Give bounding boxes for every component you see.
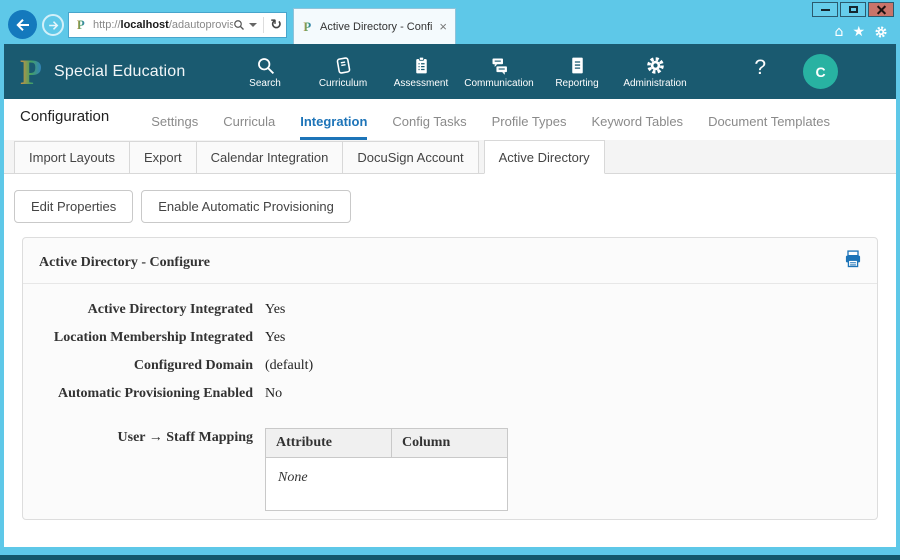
forward-arrow-icon	[47, 19, 60, 32]
tab-curricula[interactable]: Curricula	[223, 114, 275, 140]
home-icon[interactable]: ⌂	[835, 25, 844, 39]
printer-icon	[843, 249, 863, 269]
field-label: Configured Domain	[23, 358, 253, 374]
edit-properties-button[interactable]: Edit Properties	[14, 190, 133, 223]
close-icon	[876, 4, 887, 15]
tab-integration[interactable]: Integration	[300, 114, 367, 140]
maximize-button[interactable]	[840, 2, 866, 17]
integration-subtabs: Import Layouts Export Calendar Integrati…	[4, 140, 896, 174]
svg-text:P: P	[77, 18, 85, 32]
field-row: Configured Domain (default)	[23, 358, 877, 374]
main-tabs: Settings Curricula Integration Config Ta…	[151, 114, 830, 140]
search-icon	[255, 55, 276, 76]
report-document-icon	[567, 55, 588, 76]
subtab-export[interactable]: Export	[129, 141, 197, 174]
main-nav: Search Curriculum Assessment Communicati…	[226, 44, 694, 99]
browser-nav-bar: P http://localhost/adautoprovision.asp ↻…	[0, 8, 900, 44]
field-label: Automatic Provisioning Enabled	[23, 386, 253, 402]
maximize-icon	[849, 6, 858, 13]
field-row: Location Membership Integrated Yes	[23, 330, 877, 346]
tab-keyword-tables[interactable]: Keyword Tables	[592, 114, 684, 140]
nav-item-search[interactable]: Search	[226, 44, 304, 99]
configuration-header: Configuration Settings Curricula Integra…	[4, 99, 896, 140]
tab-title: Active Directory - Configure	[320, 21, 433, 33]
field-label: Location Membership Integrated	[23, 330, 253, 346]
nav-item-reporting[interactable]: Reporting	[538, 44, 616, 99]
svg-text:P: P	[20, 54, 42, 90]
browser-window: P http://localhost/adautoprovision.asp ↻…	[0, 0, 900, 560]
nav-item-assessment[interactable]: Assessment	[382, 44, 460, 99]
address-dropdown-caret[interactable]	[249, 23, 257, 27]
field-value: Yes	[265, 302, 285, 318]
book-icon	[333, 55, 354, 76]
panel-title: Active Directory - Configure	[39, 255, 210, 270]
svg-text:P: P	[303, 20, 311, 34]
refresh-icon[interactable]: ↻	[270, 18, 282, 32]
field-row: Active Directory Integrated Yes	[23, 302, 877, 318]
browser-quick-icons: ⌂ ★	[835, 25, 888, 39]
mapping-column-attribute: Attribute	[266, 429, 392, 458]
app-logo: P	[20, 54, 44, 90]
tab-config-tasks[interactable]: Config Tasks	[392, 114, 466, 140]
action-buttons: Edit Properties Enable Automatic Provisi…	[14, 190, 896, 223]
panel-header: Active Directory - Configure	[23, 238, 877, 284]
app-title: Special Education	[54, 63, 186, 81]
field-value: Yes	[265, 330, 285, 346]
mapping-table: Attribute Column None	[265, 428, 508, 511]
tab-favicon: P	[302, 20, 314, 34]
browser-tab[interactable]: P Active Directory - Configure ×	[293, 8, 456, 44]
tab-settings[interactable]: Settings	[151, 114, 198, 140]
tab-profile-types[interactable]: Profile Types	[492, 114, 567, 140]
avatar[interactable]: C	[803, 54, 838, 89]
table-row: None	[266, 458, 508, 511]
subtab-active-directory[interactable]: Active Directory	[484, 140, 605, 174]
powerschool-favicon: P	[75, 18, 88, 32]
enable-automatic-provisioning-button[interactable]: Enable Automatic Provisioning	[141, 190, 351, 223]
tab-document-templates[interactable]: Document Templates	[708, 114, 830, 140]
print-button[interactable]	[843, 249, 863, 274]
field-value: No	[265, 386, 282, 402]
back-button[interactable]	[8, 10, 37, 39]
app-header: P Special Education Search Curriculum As…	[4, 44, 896, 99]
nav-item-curriculum[interactable]: Curriculum	[304, 44, 382, 99]
mapping-label: User → Staff Mapping	[23, 428, 253, 511]
minimize-icon	[821, 9, 830, 11]
field-row: Automatic Provisioning Enabled No	[23, 386, 877, 402]
page-viewport: P Special Education Search Curriculum As…	[4, 44, 896, 547]
nav-item-administration[interactable]: Administration	[616, 44, 694, 99]
mapping-column-column: Column	[392, 429, 508, 458]
favorites-star-icon[interactable]: ★	[852, 25, 865, 39]
mapping-empty-cell: None	[266, 458, 508, 511]
clipboard-icon	[411, 55, 432, 76]
subtab-docusign-account[interactable]: DocuSign Account	[342, 141, 478, 174]
help-button[interactable]: ?	[754, 56, 766, 80]
bottom-bar	[0, 555, 900, 560]
tools-gear-icon[interactable]	[874, 25, 888, 39]
chat-bubbles-icon	[489, 55, 510, 76]
field-label: Active Directory Integrated	[23, 302, 253, 318]
address-separator	[263, 17, 264, 33]
active-directory-panel: Active Directory - Configure Active Dire…	[22, 237, 878, 520]
page-title: Configuration	[20, 108, 109, 125]
gear-icon	[645, 55, 666, 76]
field-value: (default)	[265, 358, 313, 374]
nav-item-communication[interactable]: Communication	[460, 44, 538, 99]
user-staff-mapping: User → Staff Mapping Attribute Column No…	[23, 428, 877, 511]
minimize-button[interactable]	[812, 2, 838, 17]
back-arrow-icon	[14, 16, 32, 34]
window-controls	[812, 2, 894, 17]
address-url: http://localhost/adautoprovision.asp	[93, 19, 233, 31]
tab-close-icon[interactable]: ×	[439, 20, 447, 33]
forward-button[interactable]	[42, 14, 64, 36]
search-address-icon[interactable]	[233, 19, 245, 31]
property-fields: Active Directory Integrated Yes Location…	[23, 284, 877, 511]
subtab-calendar-integration[interactable]: Calendar Integration	[196, 141, 344, 174]
address-bar[interactable]: P http://localhost/adautoprovision.asp ↻	[68, 12, 287, 38]
subtab-import-layouts[interactable]: Import Layouts	[14, 141, 130, 174]
close-button[interactable]	[868, 2, 894, 17]
